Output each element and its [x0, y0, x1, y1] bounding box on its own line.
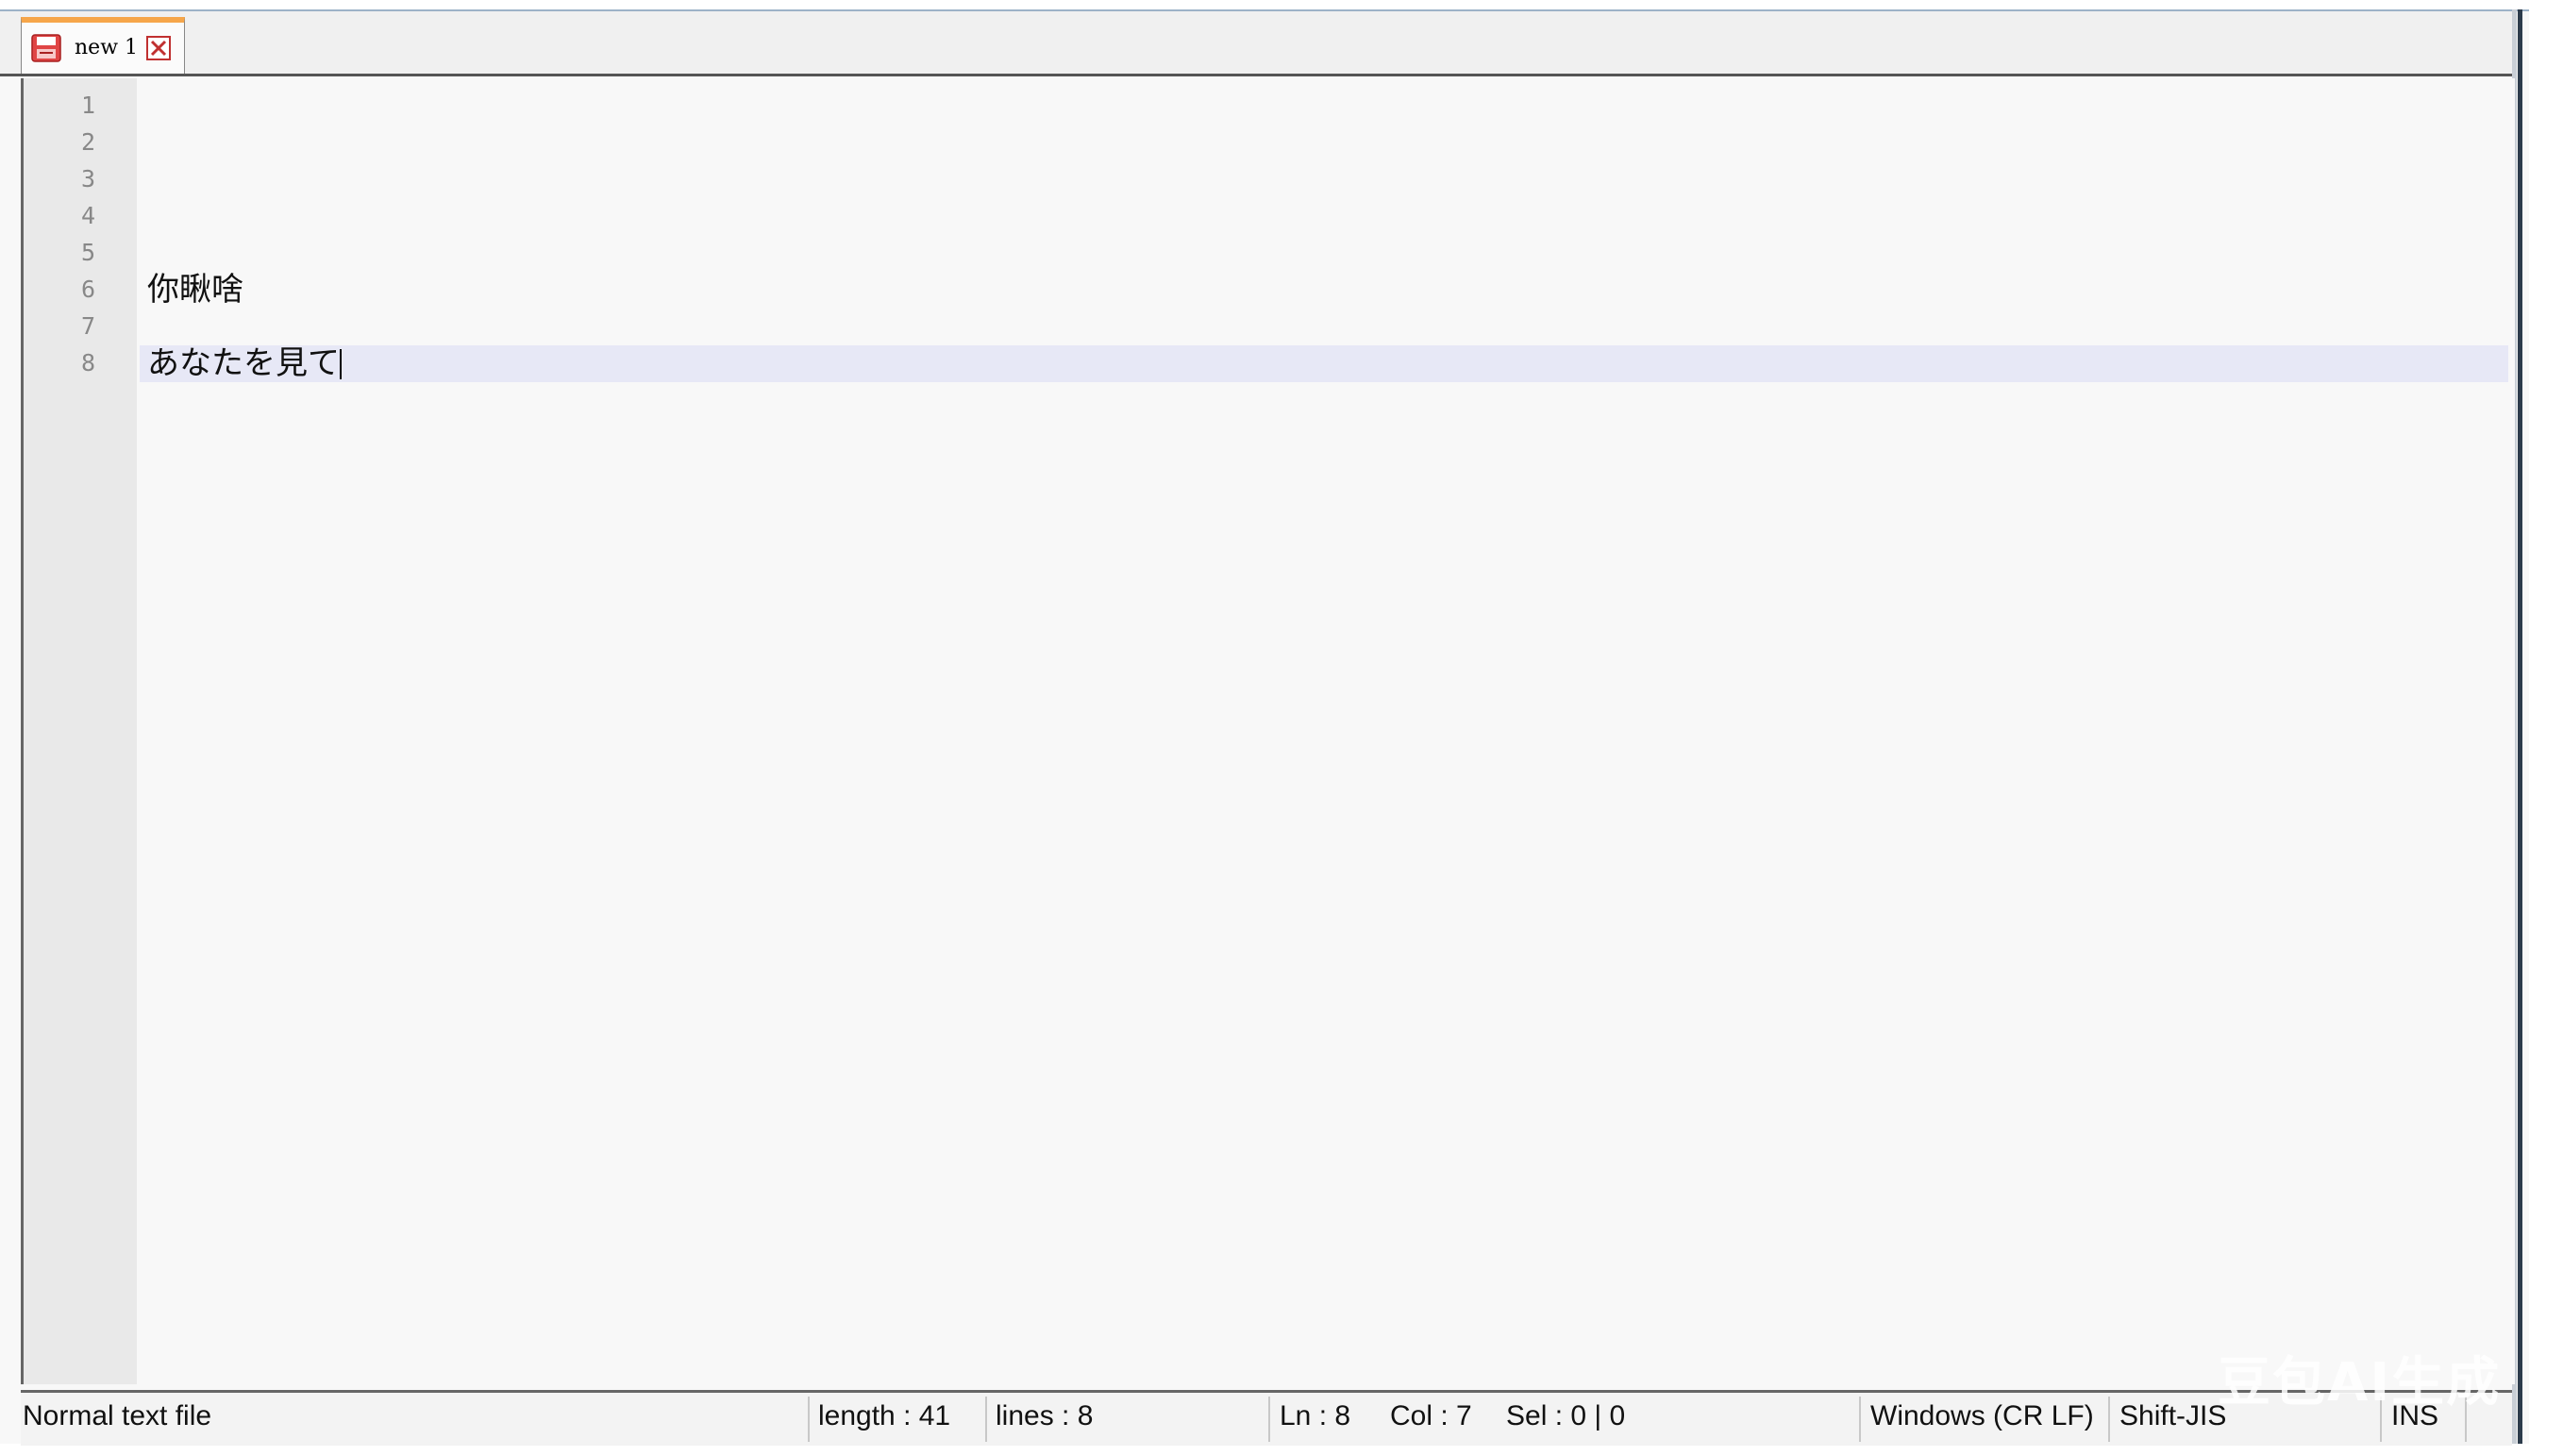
code-line-7[interactable] — [140, 309, 2508, 345]
line-number: 6 — [80, 276, 95, 303]
text-caret — [340, 349, 342, 379]
code-line-8-text: あなたを見て — [147, 344, 340, 382]
tab-new-1[interactable]: new 1 — [21, 17, 185, 74]
status-divider — [808, 1397, 810, 1442]
status-length: length : 41 — [818, 1400, 951, 1431]
line-number: 1 — [80, 92, 95, 119]
watermark: 豆包AI生成 — [2218, 1352, 2502, 1414]
code-line-5[interactable] — [140, 235, 2508, 272]
code-line-8-current[interactable]: あなたを見て — [140, 345, 2508, 382]
line-number: 8 — [80, 349, 95, 377]
line-number: 2 — [80, 128, 95, 156]
editor-pane[interactable]: 1 2 3 4 5 6 7 8 你瞅啥 あなたを見て — [21, 78, 2515, 1384]
unsaved-file-icon — [31, 34, 61, 62]
line-number: 7 — [80, 312, 95, 340]
code-line-4[interactable] — [140, 198, 2508, 235]
tab-bar: new 1 — [0, 11, 2512, 76]
status-ln: Ln : 8 — [1280, 1400, 1351, 1431]
line-number: 5 — [80, 239, 95, 266]
code-line-3[interactable] — [140, 161, 2508, 198]
line-number: 4 — [80, 202, 95, 229]
window-frame — [2518, 9, 2522, 1444]
status-divider — [985, 1397, 987, 1442]
status-bar: Normal text file length : 41 lines : 8 L… — [21, 1390, 2512, 1446]
line-number-gutter: 1 2 3 4 5 6 7 8 — [24, 78, 137, 1384]
status-col: Col : 7 — [1390, 1400, 1472, 1431]
code-line-2[interactable] — [140, 125, 2508, 161]
line-number: 3 — [80, 165, 95, 192]
status-divider — [1268, 1397, 1270, 1442]
status-divider — [2108, 1397, 2110, 1442]
editor-window: new 1 1 2 3 4 5 6 7 8 你瞅啥 あなたを見て Normal … — [0, 9, 2529, 1446]
close-icon[interactable] — [146, 36, 171, 60]
status-encoding[interactable]: Shift-JIS — [2119, 1400, 2226, 1432]
status-eol[interactable]: Windows (CR LF) — [1870, 1400, 2094, 1432]
code-line-1[interactable] — [140, 88, 2508, 125]
text-area[interactable]: 你瞅啥 あなたを見て — [140, 78, 2515, 1384]
status-sel: Sel : 0 | 0 — [1506, 1400, 1626, 1431]
status-lines: lines : 8 — [996, 1400, 1094, 1431]
status-file-type: Normal text file — [23, 1400, 212, 1431]
tab-label: new 1 — [75, 36, 139, 59]
status-divider — [1859, 1397, 1861, 1442]
code-line-6[interactable]: 你瞅啥 — [140, 272, 2508, 309]
